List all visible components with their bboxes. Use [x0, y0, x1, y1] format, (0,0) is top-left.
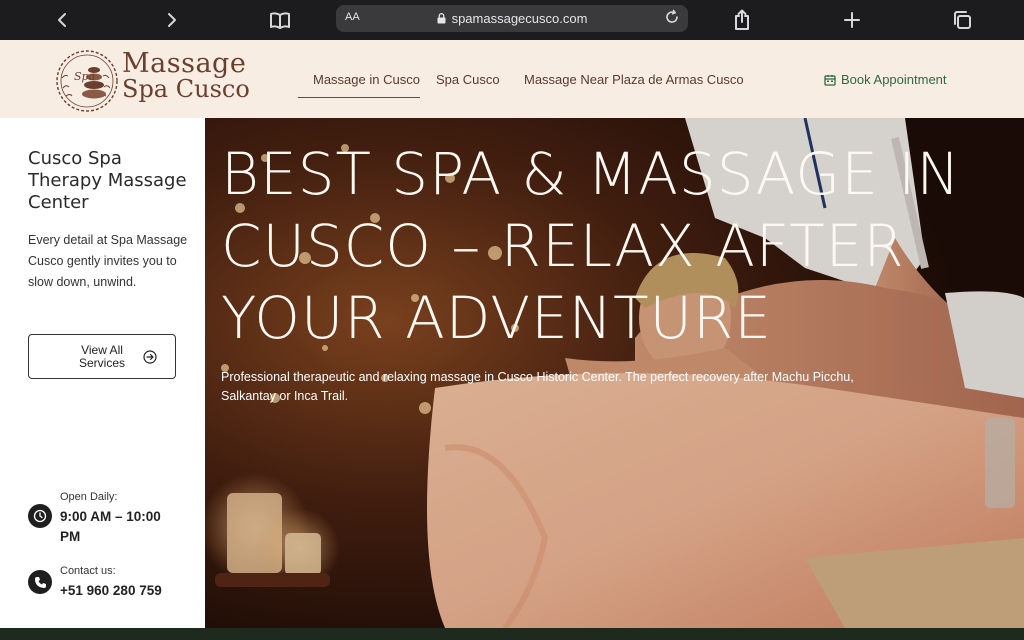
nav-item-spa-cusco[interactable]: Spa Cusco — [436, 72, 500, 87]
address-bar[interactable]: AA spamassagecusco.com — [336, 5, 688, 32]
site-header: Spa Massage Spa Cusco Massage in Cusco S… — [0, 40, 1024, 118]
url-text: spamassagecusco.com — [451, 11, 588, 26]
browser-toolbar: AA spamassagecusco.com — [0, 0, 1024, 40]
share-icon — [735, 9, 749, 30]
tabs-button[interactable] — [944, 0, 980, 40]
book-appointment-button[interactable]: Book Appointment — [824, 72, 947, 87]
hours-value: 9:00 AM – 10:00 PM — [60, 509, 161, 544]
clock-icon — [28, 504, 52, 528]
text-size-button[interactable]: AA — [345, 11, 360, 23]
sidebar-description: Every detail at Spa Massage Cusco gently… — [28, 233, 188, 289]
lock-icon — [437, 13, 446, 24]
bookmarks-button[interactable] — [262, 0, 298, 40]
plus-icon — [844, 12, 860, 28]
intro-sidebar: Cusco Spa Therapy Massage Center Every d… — [0, 118, 205, 628]
view-all-services-button[interactable]: View All Services — [28, 334, 176, 379]
hero-title: BEST SPA & MASSAGE IN CUSCO – RELAX AFTE… — [221, 140, 961, 352]
new-tab-button[interactable] — [834, 0, 870, 40]
hours-label: Open Daily: — [60, 491, 118, 503]
phone-icon — [28, 570, 52, 594]
view-all-services-label: View All Services — [78, 342, 125, 370]
nav-item-massage-near-plaza[interactable]: Massage Near Plaza de Armas Cusco — [524, 72, 744, 87]
back-button[interactable] — [44, 0, 80, 40]
calendar-icon — [824, 74, 836, 86]
chevron-left-icon — [58, 13, 66, 27]
book-appointment-label: Book Appointment — [841, 72, 947, 87]
share-button[interactable] — [724, 0, 760, 40]
arrow-circle-right-icon — [143, 350, 157, 364]
book-icon — [270, 12, 290, 29]
chevron-right-icon — [168, 13, 176, 27]
phone-number-link[interactable]: +51 960 280 759 — [60, 581, 162, 601]
page-bottom-strip — [0, 628, 1024, 640]
forward-button[interactable] — [154, 0, 190, 40]
hero-subtitle: Professional therapeutic and relaxing ma… — [221, 370, 854, 403]
nav-active-underline — [298, 97, 420, 98]
hero-section: BEST SPA & MASSAGE IN CUSCO – RELAX AFTE… — [205, 118, 1024, 628]
tabs-icon — [954, 11, 971, 29]
contact-label: Contact us: — [60, 565, 116, 577]
nav-item-massage-in-cusco[interactable]: Massage in Cusco — [313, 72, 420, 87]
sidebar-title: Cusco Spa Therapy Massage Center — [28, 148, 187, 213]
reload-icon[interactable] — [664, 9, 680, 25]
